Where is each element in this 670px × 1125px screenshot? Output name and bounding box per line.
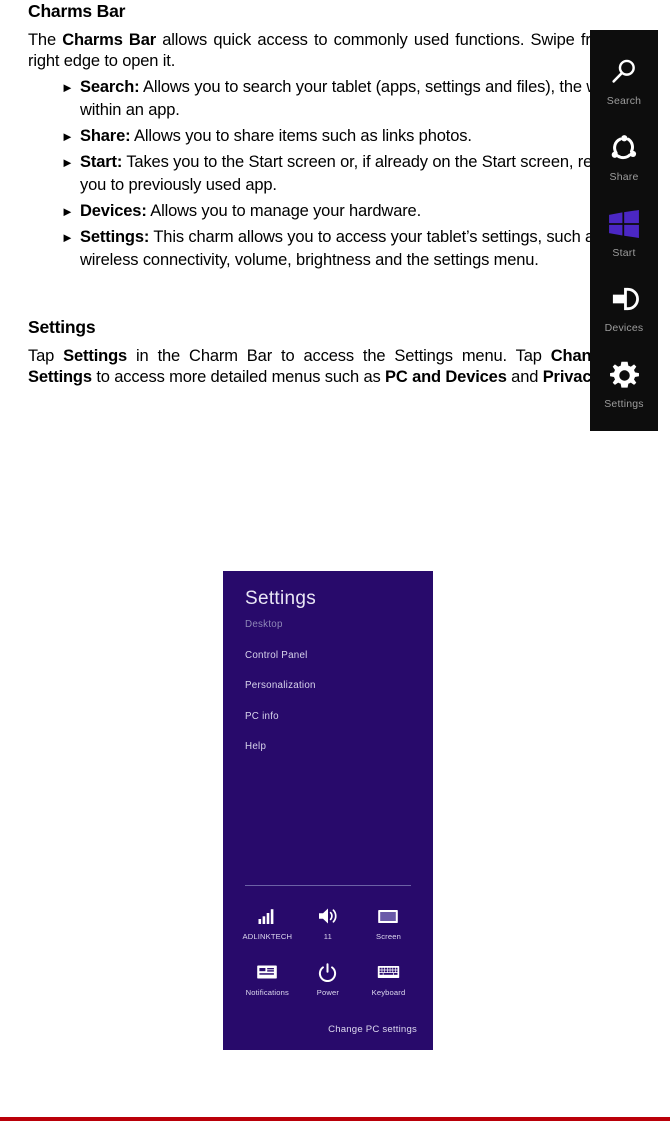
charm-label: Search [606,95,642,107]
screen-brightness-icon [377,904,399,928]
charm-label: Settings [604,398,644,411]
wifi-signal-icon [257,904,277,928]
charm-label: Share [609,170,639,183]
settings-text-p2: in the Charm Bar to access the Settings … [127,347,551,365]
quick-action-label: Notifications [245,988,289,997]
settings-panel-links: Desktop Control Panel Personalization PC… [245,619,415,772]
settings-link-control-panel[interactable]: Control Panel [245,650,415,661]
bullet-arrow-icon: ► [61,155,74,170]
charm-devices[interactable]: Devices [590,279,658,352]
bullet-arrow-icon: ► [61,129,74,144]
list-item-term: Devices: [80,202,147,220]
windows-start-icon [608,204,640,244]
settings-panel-figure: Settings Desktop Control Panel Personali… [223,571,433,1050]
list-item-settings: ► Settings: This charm allows you to acce… [28,226,642,272]
list-item-share: ► Share: Allows you to share items such a… [28,125,642,148]
list-item-start: ► Start: Takes you to the Start screen or… [28,151,642,197]
charm-share[interactable]: Share [590,128,658,201]
list-item-term: Share: [80,127,131,145]
list-item-term: Start: [80,153,123,171]
list-item-term: Settings: [80,228,150,246]
settings-text-p1: Tap [28,347,64,365]
quick-action-label: ADLINKTECH [242,932,293,941]
settings-panel-divider [245,885,411,886]
intro-text-bold: Charms Bar [62,31,156,49]
settings-text-p4: and [506,368,543,386]
volume-icon [317,904,339,928]
page-content: Charms Bar The Charms Bar allows quick a… [28,0,642,388]
settings-link-help[interactable]: Help [245,741,415,752]
charms-list: ► Search: Allows you to search your table… [28,76,642,272]
notifications-icon [256,960,278,984]
list-item-desc: Takes you to the Start screen or, if alr… [80,153,629,194]
page-title-charms-bar: Charms Bar [28,1,126,21]
settings-link-pc-info[interactable]: PC info [245,711,415,722]
list-item-term: Search: [80,78,140,96]
charm-settings[interactable]: Settings [590,355,658,428]
bullet-arrow-icon: ► [61,204,74,219]
change-pc-settings-link[interactable]: Change PC settings [328,1024,417,1035]
power-icon [318,960,337,984]
quick-action-screen[interactable]: Screen [358,898,419,954]
list-item-desc: Allows you to search your tablet (apps, … [80,78,640,119]
quick-action-network[interactable]: ADLINKTECH [237,898,298,954]
charms-bar-intro-paragraph: The Charms Bar allows quick access to co… [28,30,642,72]
settings-panel-title: Settings [245,588,317,609]
quick-action-label: Power [316,988,340,997]
settings-text-b1: Settings [63,347,128,365]
search-icon [609,52,639,92]
charm-label: Devices [604,322,644,335]
manual-page: Charms Bar The Charms Bar allows quick a… [0,0,670,1125]
charm-label: Start [612,246,636,259]
charms-bar-figure: Search Share Start Devices Settings [590,30,658,431]
keyboard-icon [377,960,400,984]
charm-search[interactable]: Search [590,52,658,125]
list-item-desc: Allows you to manage your hardware. [146,202,422,220]
footer-divider [0,1117,670,1121]
settings-link-desktop[interactable]: Desktop [245,619,415,630]
charm-start[interactable]: Start [590,204,658,277]
settings-text-p3: to access more detailed menus such as [91,368,386,386]
page-title-settings: Settings [28,317,96,337]
quick-action-label: Keyboard [371,988,406,997]
quick-action-keyboard[interactable]: Keyboard [358,954,419,1010]
list-item-search: ► Search: Allows you to search your table… [28,76,642,122]
settings-paragraph: Tap Settings in the Charm Bar to access … [28,346,642,388]
quick-action-volume[interactable]: 11 [298,898,359,954]
list-item-desc: This charm allows you to access your tab… [80,228,603,269]
quick-action-label: 11 [323,932,332,941]
bullet-arrow-icon: ► [61,80,74,95]
quick-action-label: Screen [376,932,401,941]
list-item-devices: ► Devices: Allows you to manage your hard… [28,200,642,223]
intro-text-pre: The [28,31,63,49]
devices-icon [610,279,639,319]
settings-text-b3: PC and Devices [385,368,507,386]
quick-action-notifications[interactable]: Notifications [237,954,298,1010]
settings-quick-actions-grid: ADLINKTECH 11 Screen Notifications Power… [237,898,419,1010]
quick-action-power[interactable]: Power [298,954,359,1010]
bullet-arrow-icon: ► [61,230,74,245]
settings-link-personalization[interactable]: Personalization [245,680,415,691]
share-icon [609,128,639,168]
list-item-desc: Allows you to share items such as links … [130,127,472,145]
settings-gear-icon [609,355,639,395]
